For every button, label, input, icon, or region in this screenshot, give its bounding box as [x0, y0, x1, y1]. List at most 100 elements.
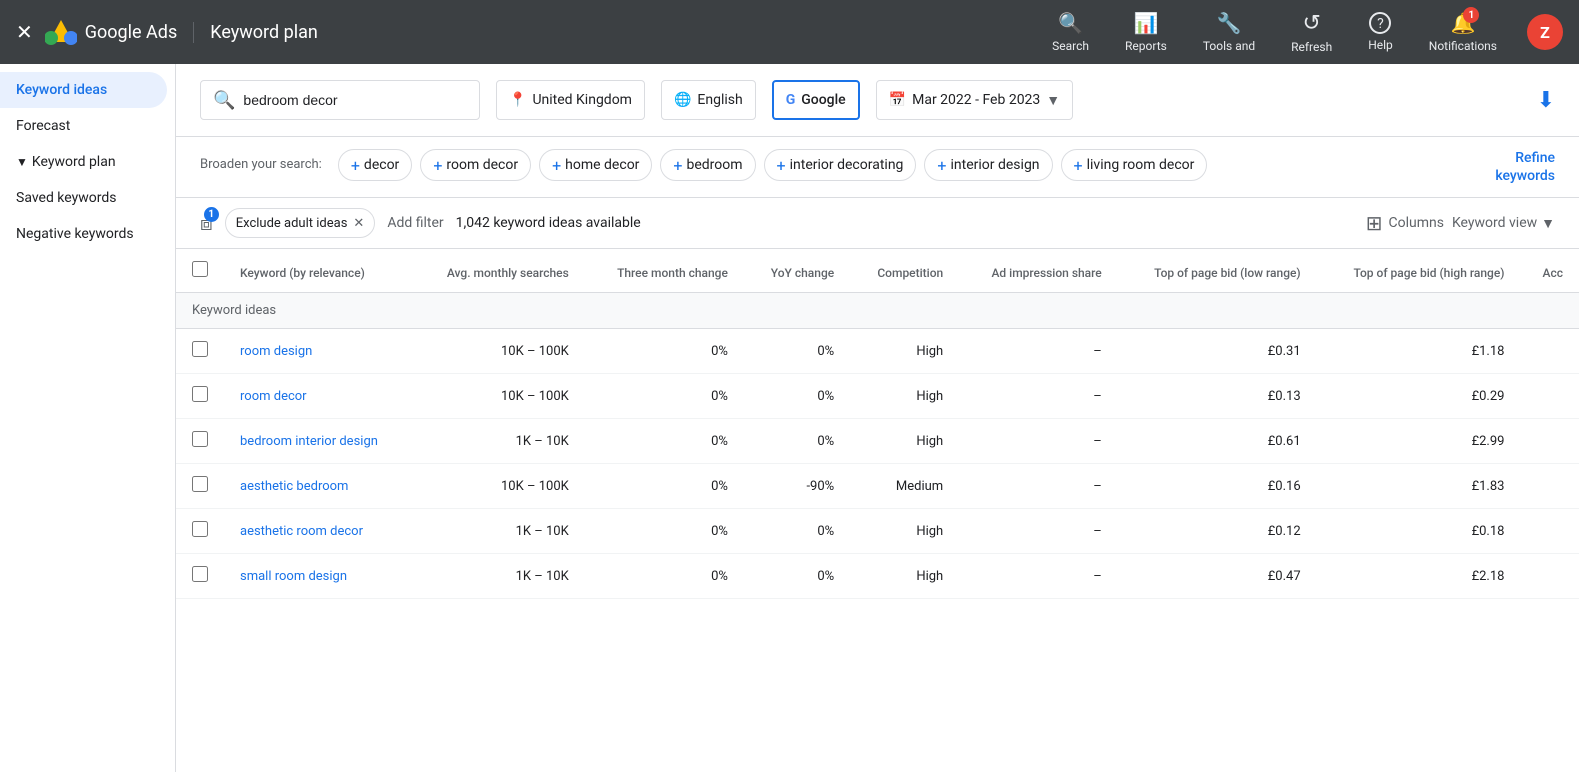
nav-search[interactable]: 🔍 Search	[1034, 0, 1107, 64]
language-icon: 🌐	[674, 92, 691, 108]
refine-keywords-button[interactable]: Refinekeywords	[1495, 149, 1555, 185]
ad-impression-cell: –	[959, 419, 1118, 464]
view-selector[interactable]: Keyword view ▼	[1452, 215, 1555, 232]
col-bid-high[interactable]: Top of page bid (high range)	[1317, 249, 1521, 293]
keyword-cell[interactable]: small room design	[224, 554, 413, 599]
acc-cell	[1520, 509, 1579, 554]
avg-monthly-cell: 1K – 10K	[413, 509, 584, 554]
three-month-cell: 0%	[585, 464, 744, 509]
chip-decor[interactable]: + decor	[338, 149, 412, 181]
col-ad-impression[interactable]: Ad impression share	[959, 249, 1118, 293]
keyword-cell[interactable]: room decor	[224, 374, 413, 419]
three-month-cell: 0%	[585, 509, 744, 554]
table-row: bedroom interior design 1K – 10K 0% 0% H…	[176, 419, 1579, 464]
col-yoy[interactable]: YoY change	[744, 249, 850, 293]
keyword-link[interactable]: small room design	[240, 569, 347, 584]
chip-interior-decorating[interactable]: + interior decorating	[764, 149, 917, 181]
sidebar-item-label: Saved keywords	[16, 190, 116, 206]
row-checkbox[interactable]	[192, 476, 208, 492]
acc-cell	[1520, 419, 1579, 464]
filter-icon-wrap[interactable]: ⧈ 1	[200, 211, 213, 235]
columns-label: Columns	[1389, 215, 1444, 231]
nav-notifications[interactable]: 🔔 1 Notifications	[1411, 0, 1515, 64]
chip-interior-design[interactable]: + interior design	[924, 149, 1052, 181]
language-filter[interactable]: 🌐 English	[661, 80, 756, 120]
keyword-cell[interactable]: aesthetic room decor	[224, 509, 413, 554]
row-checkbox-cell[interactable]	[176, 554, 224, 599]
user-avatar[interactable]: Z	[1527, 14, 1563, 50]
download-button[interactable]: ⬇	[1537, 88, 1555, 113]
ad-impression-cell: –	[959, 329, 1118, 374]
date-range-filter[interactable]: 📅 Mar 2022 - Feb 2023 ▼	[876, 80, 1073, 120]
keyword-link[interactable]: bedroom interior design	[240, 434, 378, 449]
close-icon[interactable]: ✕	[16, 20, 33, 44]
plus-icon: +	[433, 156, 442, 175]
search-input-wrap[interactable]: 🔍	[200, 80, 480, 120]
keyword-link[interactable]: room decor	[240, 389, 307, 404]
columns-button[interactable]: ⊞ Columns	[1366, 211, 1444, 235]
select-all-header[interactable]	[176, 249, 224, 293]
keywords-table-wrap: Keyword (by relevance) Avg. monthly sear…	[176, 249, 1579, 599]
add-filter-button[interactable]: Add filter	[387, 215, 443, 231]
row-checkbox-cell[interactable]	[176, 464, 224, 509]
location-filter[interactable]: 📍 United Kingdom	[496, 80, 645, 120]
keyword-cell[interactable]: room design	[224, 329, 413, 374]
col-acc[interactable]: Acc	[1520, 249, 1579, 293]
sidebar-item-saved-keywords[interactable]: Saved keywords	[0, 180, 167, 216]
three-month-cell: 0%	[585, 374, 744, 419]
search-engine-label: Google	[801, 92, 845, 108]
nav-refresh[interactable]: ↺ Refresh	[1273, 0, 1350, 64]
row-checkbox-cell[interactable]	[176, 419, 224, 464]
chip-room-decor[interactable]: + room decor	[420, 149, 531, 181]
keyword-link[interactable]: aesthetic room decor	[240, 524, 363, 539]
row-checkbox[interactable]	[192, 521, 208, 537]
calendar-icon: 📅	[889, 92, 906, 108]
col-avg-monthly[interactable]: Avg. monthly searches	[413, 249, 584, 293]
keyword-link[interactable]: aesthetic bedroom	[240, 479, 348, 494]
row-checkbox[interactable]	[192, 431, 208, 447]
yoy-cell: -90%	[744, 464, 850, 509]
sidebar-item-keyword-ideas[interactable]: Keyword ideas	[0, 72, 167, 108]
row-checkbox[interactable]	[192, 566, 208, 582]
col-three-month[interactable]: Three month change	[585, 249, 744, 293]
keyword-cell[interactable]: aesthetic bedroom	[224, 464, 413, 509]
nav-reports[interactable]: 📊 Reports	[1107, 0, 1185, 64]
chip-living-room-decor[interactable]: + living room decor	[1061, 149, 1208, 181]
app-name: Google Ads	[85, 22, 177, 43]
keyword-cell[interactable]: bedroom interior design	[224, 419, 413, 464]
chip-bedroom[interactable]: + bedroom	[660, 149, 755, 181]
row-checkbox[interactable]	[192, 341, 208, 357]
acc-cell	[1520, 374, 1579, 419]
exclude-label: Exclude adult ideas	[236, 216, 348, 231]
competition-cell: High	[850, 374, 959, 419]
nav-refresh-label: Refresh	[1291, 40, 1332, 54]
row-checkbox-cell[interactable]	[176, 509, 224, 554]
chip-label: decor	[364, 157, 399, 173]
sidebar-item-negative-keywords[interactable]: Negative keywords	[0, 216, 167, 252]
exclude-adult-pill[interactable]: Exclude adult ideas ✕	[225, 208, 376, 238]
nav-help[interactable]: ? Help	[1350, 0, 1411, 64]
competition-cell: Medium	[850, 464, 959, 509]
tools-icon: 🔧	[1217, 11, 1242, 35]
col-keyword[interactable]: Keyword (by relevance)	[224, 249, 413, 293]
close-icon[interactable]: ✕	[353, 216, 364, 231]
bid-low-cell: £0.61	[1118, 419, 1317, 464]
bid-low-cell: £0.16	[1118, 464, 1317, 509]
search-engine-filter[interactable]: G Google	[772, 80, 860, 120]
search-input-icon: 🔍	[213, 90, 235, 111]
row-checkbox[interactable]	[192, 386, 208, 402]
select-all-checkbox[interactable]	[192, 261, 208, 277]
col-bid-low[interactable]: Top of page bid (low range)	[1118, 249, 1317, 293]
acc-cell	[1520, 464, 1579, 509]
col-competition[interactable]: Competition	[850, 249, 959, 293]
search-input[interactable]	[243, 92, 443, 108]
row-checkbox-cell[interactable]	[176, 329, 224, 374]
view-label: Keyword view	[1452, 215, 1537, 231]
keyword-link[interactable]: room design	[240, 344, 312, 359]
chip-home-decor[interactable]: + home decor	[539, 149, 652, 181]
sidebar-item-keyword-plan[interactable]: ▼ Keyword plan	[0, 144, 167, 180]
google-ads-logo-icon	[45, 16, 77, 48]
row-checkbox-cell[interactable]	[176, 374, 224, 419]
sidebar-item-forecast[interactable]: Forecast	[0, 108, 167, 144]
nav-tools[interactable]: 🔧 Tools and	[1185, 0, 1273, 64]
